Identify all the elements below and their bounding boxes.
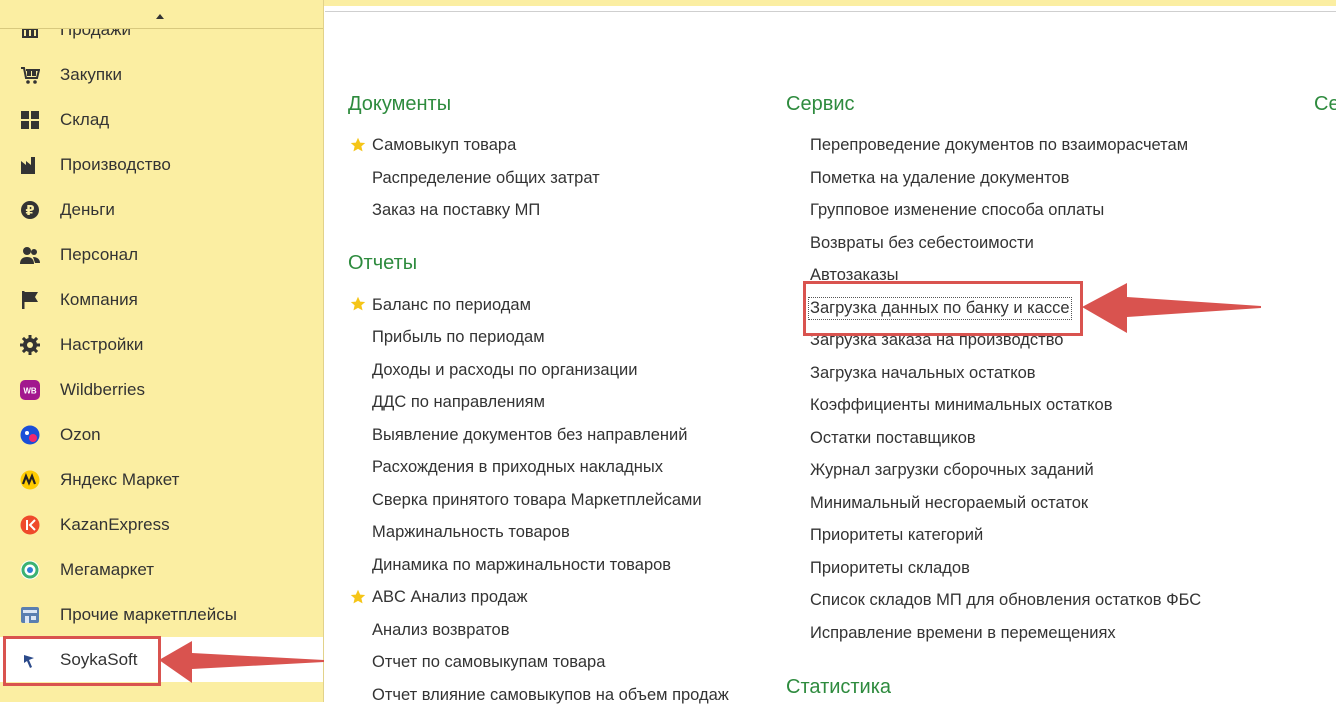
- link-dds-by-direction[interactable]: ДДС по направлениям: [372, 393, 545, 412]
- warehouse-grid-icon: [20, 110, 40, 130]
- sidebar-item-production[interactable]: Производство: [0, 142, 323, 187]
- arrow-left-icon: [1082, 283, 1261, 333]
- link-warehouse-priorities[interactable]: Приоритеты складов: [810, 559, 970, 578]
- sidebar-item-label: Прочие маркетплейсы: [60, 604, 237, 624]
- sidebar-item-label: Компания: [60, 289, 138, 309]
- link-docs-without-direction[interactable]: Выявление документов без направлений: [372, 426, 687, 445]
- top-strip: [323, 0, 1336, 6]
- yandex-market-logo-icon: [20, 470, 40, 490]
- sidebar-item-label: Мегамаркет: [60, 559, 154, 579]
- sidebar-item-yandex-market[interactable]: Яндекс Маркет: [0, 457, 323, 502]
- link-initial-balances-import[interactable]: Загрузка начальных остатков: [810, 364, 1036, 383]
- link-accepted-goods-reconciliation[interactable]: Сверка принятого товара Маркетплейсами: [372, 491, 702, 510]
- link-abc-sales-analysis[interactable]: ABC Анализ продаж: [372, 588, 528, 607]
- sidebar-item-label: Настройки: [60, 334, 144, 354]
- link-income-expenses[interactable]: Доходы и расходы по организации: [372, 361, 638, 380]
- sidebar: Продажи Закупки Склад Производство ₽ Ден…: [0, 0, 324, 702]
- sidebar-item-label: Деньги: [60, 199, 115, 219]
- section-title-reports: Отчеты: [348, 252, 418, 274]
- people-icon: [20, 245, 40, 265]
- link-self-purchase-report[interactable]: Отчет по самовыкупам товара: [372, 653, 605, 672]
- section-title-documents: Документы: [348, 93, 452, 115]
- sidebar-item-label: Wildberries: [60, 379, 146, 399]
- star-icon: [350, 296, 366, 311]
- sidebar-item-label: Персонал: [60, 244, 139, 264]
- section-title-third-column: Се: [1314, 93, 1336, 115]
- flag-icon: [20, 290, 40, 310]
- link-invoice-discrepancies[interactable]: Расхождения в приходных накладных: [372, 458, 663, 477]
- sidebar-item-label: Производство: [60, 154, 171, 174]
- link-assembly-task-log[interactable]: Журнал загрузки сборочных заданий: [810, 461, 1094, 480]
- sidebar-item-company[interactable]: Компания: [0, 277, 323, 322]
- megamarket-logo-icon: [20, 560, 40, 580]
- sidebar-item-kazanexpress[interactable]: KazanExpress: [0, 502, 323, 547]
- sidebar-item-label: Ozon: [60, 424, 101, 444]
- soykasoft-highlight-box: [3, 636, 161, 686]
- link-fbs-warehouse-list[interactable]: Список складов МП для обновления остатко…: [810, 591, 1201, 610]
- link-returns-analysis[interactable]: Анализ возвратов: [372, 621, 510, 640]
- header-divider: [325, 11, 1336, 12]
- sidebar-item-megamarket[interactable]: Мегамаркет: [0, 547, 323, 592]
- link-supplier-balances[interactable]: Остатки поставщиков: [810, 429, 976, 448]
- link-self-purchase[interactable]: Самовыкуп товара: [372, 136, 516, 155]
- bank-cash-highlight-box: [803, 281, 1083, 336]
- link-mp-supply-order[interactable]: Заказ на поставку МП: [372, 201, 540, 220]
- svg-text:WB: WB: [23, 386, 37, 395]
- sidebar-item-warehouse[interactable]: Склад: [0, 97, 323, 142]
- cart-icon: [20, 65, 40, 85]
- link-transfer-time-fix[interactable]: Исправление времени в перемещениях: [810, 624, 1116, 643]
- sidebar-scroll-up-button[interactable]: [0, 6, 323, 29]
- marketplace-store-icon: [20, 605, 40, 625]
- sidebar-item-personnel[interactable]: Персонал: [0, 232, 323, 277]
- ruble-coin-icon: ₽: [20, 200, 40, 220]
- section-title-statistics: Статистика: [786, 676, 892, 698]
- gear-icon: [20, 334, 40, 355]
- link-general-cost-distribution[interactable]: Распределение общих затрат: [372, 169, 600, 188]
- link-balance-by-period[interactable]: Баланс по периодам: [372, 296, 531, 315]
- link-self-purchase-impact[interactable]: Отчет влияние самовыкупов на объем прода…: [372, 686, 729, 705]
- arrow-left-icon: [159, 641, 324, 683]
- link-group-payment-change[interactable]: Групповое изменение способа оплаты: [810, 201, 1104, 220]
- link-min-fireproof-balance[interactable]: Минимальный несгораемый остаток: [810, 494, 1088, 513]
- sidebar-item-ozon[interactable]: Ozon: [0, 412, 323, 457]
- sidebar-item-settings[interactable]: Настройки: [0, 322, 323, 367]
- link-mark-for-deletion[interactable]: Пометка на удаление документов: [810, 169, 1069, 188]
- link-margin-dynamics[interactable]: Динамика по маржинальности товаров: [372, 556, 671, 575]
- factory-icon: [20, 155, 40, 175]
- link-goods-margin[interactable]: Маржинальность товаров: [372, 523, 570, 542]
- section-title-service: Сервис: [786, 93, 855, 115]
- sidebar-item-label: Яндекс Маркет: [60, 469, 180, 489]
- kazanexpress-logo-icon: [20, 515, 40, 535]
- link-min-stock-coefficients[interactable]: Коэффициенты минимальных остатков: [810, 396, 1113, 415]
- sidebar-item-money[interactable]: ₽ Деньги: [0, 187, 323, 232]
- link-category-priorities[interactable]: Приоритеты категорий: [810, 526, 983, 545]
- sidebar-item-label: Склад: [60, 109, 110, 129]
- sidebar-item-label: KazanExpress: [60, 514, 170, 534]
- wildberries-logo-icon: WB: [20, 379, 40, 400]
- sidebar-item-label: Закупки: [60, 64, 122, 84]
- triangle-up-icon: [156, 14, 164, 19]
- sidebar-item-purchases[interactable]: Закупки: [0, 52, 323, 97]
- link-profit-by-period[interactable]: Прибыль по периодам: [372, 328, 545, 347]
- ozon-logo-icon: [20, 425, 40, 445]
- link-reposting-settlements[interactable]: Перепроведение документов по взаиморасче…: [810, 136, 1188, 155]
- link-returns-without-cost[interactable]: Возвраты без себестоимости: [810, 234, 1034, 253]
- star-icon: [350, 137, 366, 152]
- svg-text:₽: ₽: [25, 204, 34, 219]
- sidebar-item-other-marketplaces[interactable]: Прочие маркетплейсы: [0, 592, 323, 637]
- star-icon: [350, 589, 366, 604]
- sidebar-item-wildberries[interactable]: WB Wildberries: [0, 367, 323, 412]
